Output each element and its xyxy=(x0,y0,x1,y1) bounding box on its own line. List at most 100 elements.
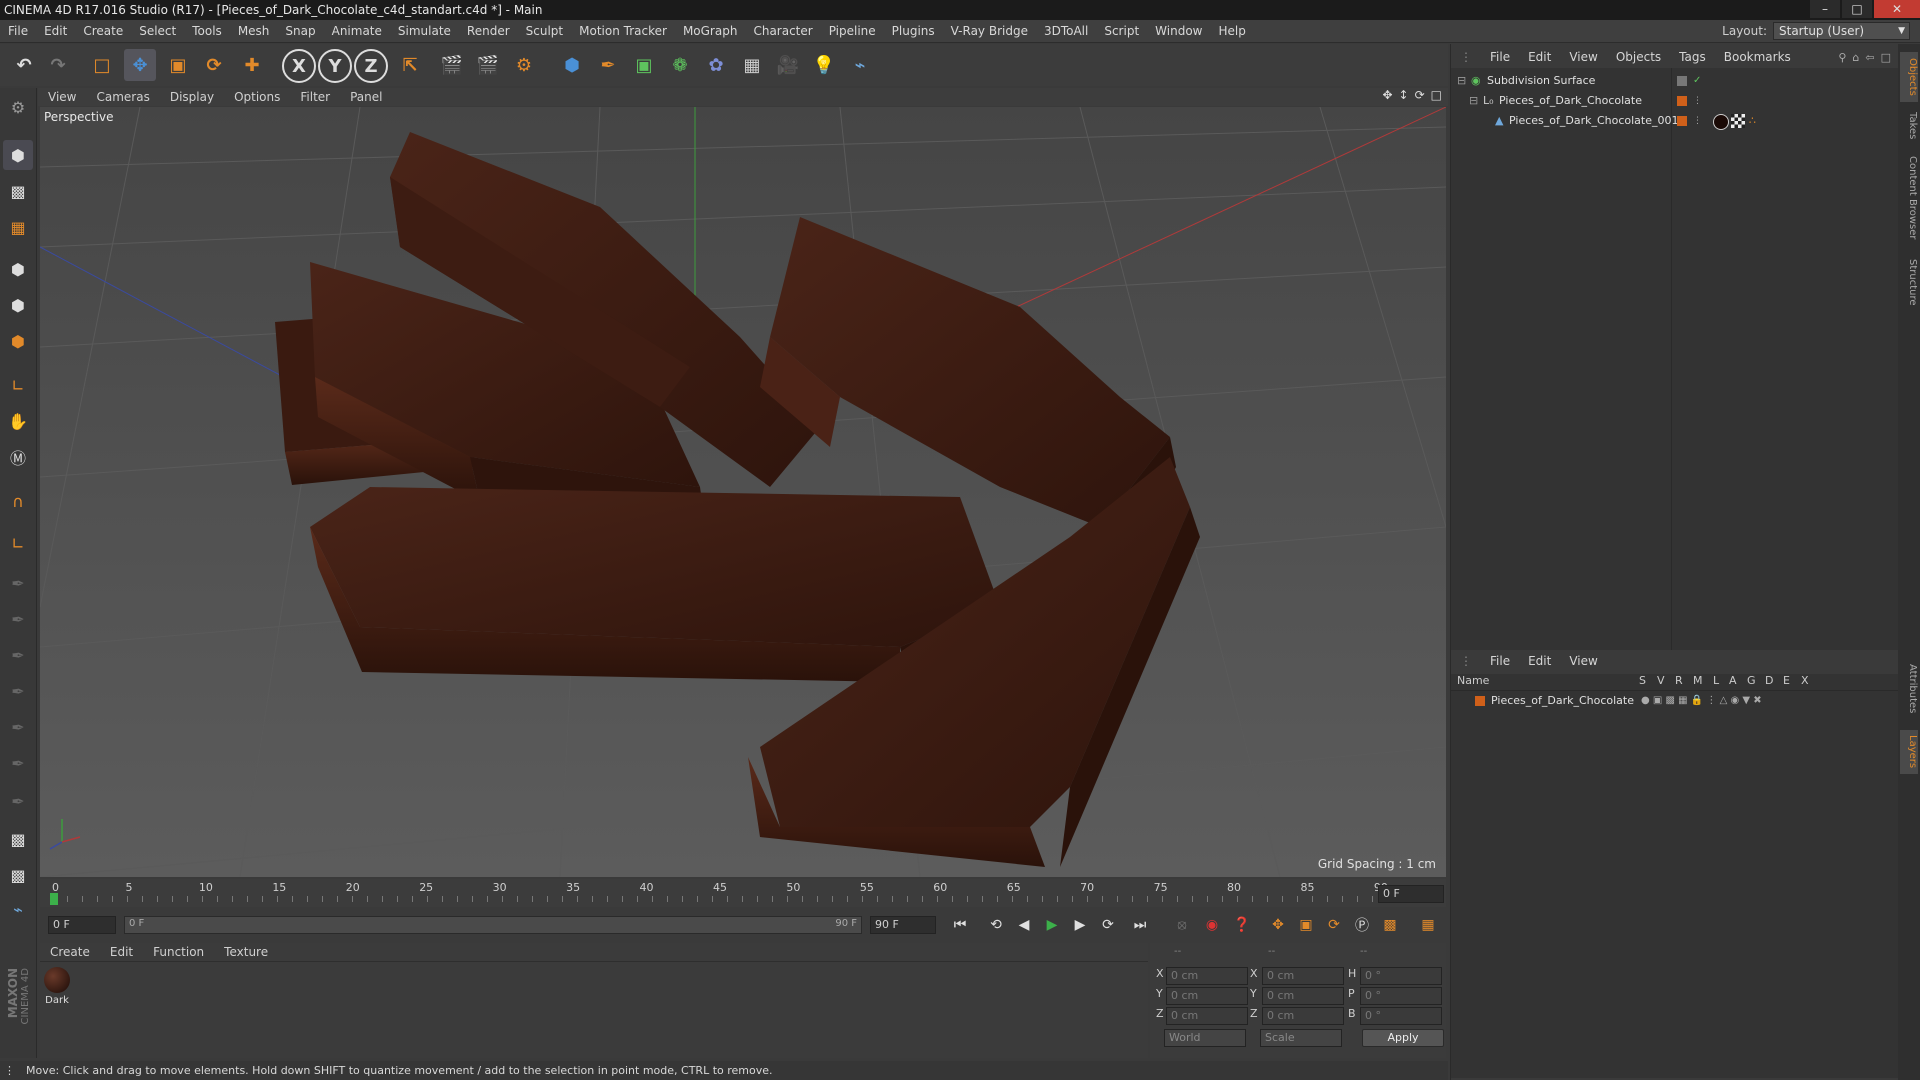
points-mode-icon[interactable]: ⬢ xyxy=(3,254,33,284)
render-settings-icon[interactable]: ⚙ xyxy=(508,49,540,81)
lm-menu-view[interactable]: View xyxy=(1560,654,1606,668)
om-menu-tags[interactable]: Tags xyxy=(1670,50,1715,64)
deformer-icon[interactable]: ✿ xyxy=(700,49,732,81)
size-y-field[interactable]: 0 cm xyxy=(1262,987,1344,1005)
vp-menu-panel[interactable]: Panel xyxy=(340,90,392,104)
close-button[interactable]: ✕ xyxy=(1874,0,1920,18)
layer-flag-icons[interactable]: ● ▣ ▩ ▦ 🔒 ⋮ △ ◉ ▼ ✖ xyxy=(1641,692,1762,710)
menu-motion-tracker[interactable]: Motion Tracker xyxy=(571,24,675,38)
menu-character[interactable]: Character xyxy=(745,24,820,38)
model-mode-icon[interactable]: ⬢ xyxy=(3,140,33,170)
menu-3dtoall[interactable]: 3DToAll xyxy=(1036,24,1096,38)
visibility-dots-icon[interactable]: ⋮ xyxy=(1693,92,1702,110)
layer-color-icon[interactable] xyxy=(1677,116,1687,126)
locked-workplane-icon[interactable]: ∟ xyxy=(3,528,33,558)
live-selection-icon[interactable]: □ xyxy=(86,49,118,81)
rotation-b-field[interactable]: 0 ° xyxy=(1360,1007,1442,1025)
axis-z-button[interactable]: Z xyxy=(354,49,388,83)
menu-help[interactable]: Help xyxy=(1210,24,1253,38)
layout-dropdown[interactable]: Startup (User) ▼ xyxy=(1773,22,1910,40)
key-position-icon[interactable]: ✥ xyxy=(1266,913,1290,937)
position-y-field[interactable]: 0 cm xyxy=(1166,987,1248,1005)
menu-plugins[interactable]: Plugins xyxy=(884,24,943,38)
sculpt-tool-1-icon[interactable]: ✒ xyxy=(3,568,33,598)
position-x-field[interactable]: 0 cm xyxy=(1166,967,1248,985)
menu-animate[interactable]: Animate xyxy=(324,24,390,38)
key-pla-icon[interactable]: ▩ xyxy=(1378,913,1402,937)
edges-mode-icon[interactable]: ⬢ xyxy=(3,290,33,320)
next-key-icon[interactable]: ⟳ xyxy=(1096,913,1120,937)
vp-menu-cameras[interactable]: Cameras xyxy=(86,90,159,104)
menu-tools[interactable]: Tools xyxy=(184,24,230,38)
menu-mograph[interactable]: MoGraph xyxy=(675,24,746,38)
pan-icon[interactable]: ✥ xyxy=(1382,88,1392,102)
vp-menu-view[interactable]: View xyxy=(38,90,86,104)
menu-edit[interactable]: Edit xyxy=(36,24,75,38)
sculpt-tool-2-icon[interactable]: ✒ xyxy=(3,604,33,634)
phong-tag-icon[interactable]: ∴ xyxy=(1749,112,1756,130)
object-row-pieces-of-dark-chocolate-001[interactable]: ▲ Pieces_of_Dark_Chocolate_001 ⋮ ∴ xyxy=(1451,112,1899,130)
play-icon[interactable]: ▶ xyxy=(1040,913,1064,937)
menu-file[interactable]: File xyxy=(0,24,36,38)
visibility-dots-icon[interactable]: ⋮ xyxy=(1693,112,1702,130)
sculpt-tool-6-icon[interactable]: ✒ xyxy=(3,748,33,778)
menu-mesh[interactable]: Mesh xyxy=(230,24,278,38)
menu-snap[interactable]: Snap xyxy=(277,24,323,38)
mat-menu-function[interactable]: Function xyxy=(143,945,214,959)
new-window-icon[interactable]: □ xyxy=(1881,51,1891,64)
back-icon[interactable]: ⇦ xyxy=(1865,51,1874,64)
menu-create[interactable]: Create xyxy=(75,24,131,38)
snap-icon[interactable]: Ⓜ xyxy=(3,442,33,472)
current-frame-field[interactable]: 0 F xyxy=(1378,885,1444,903)
coordinate-system-icon[interactable]: ⇱ xyxy=(394,49,426,81)
sculpt-tool-3-icon[interactable]: ✒ xyxy=(3,640,33,670)
home-icon[interactable]: ⌂ xyxy=(1852,51,1859,64)
mat-menu-edit[interactable]: Edit xyxy=(100,945,143,959)
mat-menu-texture[interactable]: Texture xyxy=(214,945,278,959)
size-x-field[interactable]: 0 cm xyxy=(1262,967,1344,985)
maximize-view-icon[interactable]: □ xyxy=(1431,88,1442,102)
checker-lock-icon[interactable]: ▩ xyxy=(3,824,33,854)
mat-menu-create[interactable]: Create xyxy=(40,945,100,959)
menu-simulate[interactable]: Simulate xyxy=(390,24,459,38)
menu-vray-bridge[interactable]: V-Ray Bridge xyxy=(943,24,1036,38)
om-menu-view[interactable]: View xyxy=(1560,50,1606,64)
lm-menu-edit[interactable]: Edit xyxy=(1519,654,1560,668)
tab-structure[interactable]: Structure xyxy=(1900,252,1918,312)
camera-icon[interactable]: 🎥 xyxy=(772,49,804,81)
search-icon[interactable]: ⚲ xyxy=(1838,51,1846,64)
uvw-tag-icon[interactable] xyxy=(1731,114,1745,128)
polygons-mode-icon[interactable]: ⬢ xyxy=(3,326,33,356)
vp-menu-options[interactable]: Options xyxy=(224,90,290,104)
lm-menu-file[interactable]: File xyxy=(1481,654,1519,668)
layer-color-icon[interactable] xyxy=(1677,96,1687,106)
move-icon[interactable]: ✥ xyxy=(124,49,156,81)
frame-range-slider[interactable]: 0 F 90 F xyxy=(124,916,862,934)
make-editable-icon[interactable]: ⚙ xyxy=(3,92,33,122)
om-menu-bookmarks[interactable]: Bookmarks xyxy=(1715,50,1800,64)
next-frame-icon[interactable]: ▶ xyxy=(1068,913,1092,937)
sculpt-tool-7-icon[interactable]: ✒ xyxy=(3,786,33,816)
recent-tools-icon[interactable]: ✚ xyxy=(236,49,268,81)
redo-icon[interactable]: ↷ xyxy=(42,49,74,81)
previous-frame-icon[interactable]: ◀ xyxy=(1012,913,1036,937)
python-icon[interactable]: ⌁ xyxy=(844,49,876,81)
array-icon[interactable]: ❁ xyxy=(664,49,696,81)
menu-select[interactable]: Select xyxy=(131,24,184,38)
layer-lock-icon[interactable]: ▩ xyxy=(3,860,33,890)
playhead-marker[interactable] xyxy=(50,893,58,905)
tab-takes[interactable]: Takes xyxy=(1900,108,1918,144)
menu-render[interactable]: Render xyxy=(459,24,518,38)
autokey-icon[interactable]: ◉ xyxy=(1200,913,1224,937)
maximize-button[interactable]: □ xyxy=(1842,0,1872,18)
timeline-ruler[interactable]: 0 5 10 15 20 25 30 35 40 45 50 55 60 65 … xyxy=(40,879,1446,907)
coordinate-system-dropdown[interactable]: World xyxy=(1164,1029,1246,1047)
magnet-icon[interactable]: ∩ xyxy=(3,486,33,516)
tab-content-browser[interactable]: Content Browser xyxy=(1900,148,1918,248)
perspective-viewport[interactable]: Perspective Grid Spacing : 1 cm xyxy=(40,107,1446,877)
undo-icon[interactable]: ↶ xyxy=(8,49,40,81)
minimize-button[interactable]: – xyxy=(1810,0,1840,18)
tab-attributes[interactable]: Attributes xyxy=(1900,654,1918,724)
rotation-h-field[interactable]: 0 ° xyxy=(1360,967,1442,985)
axis-y-button[interactable]: Y xyxy=(318,49,352,83)
